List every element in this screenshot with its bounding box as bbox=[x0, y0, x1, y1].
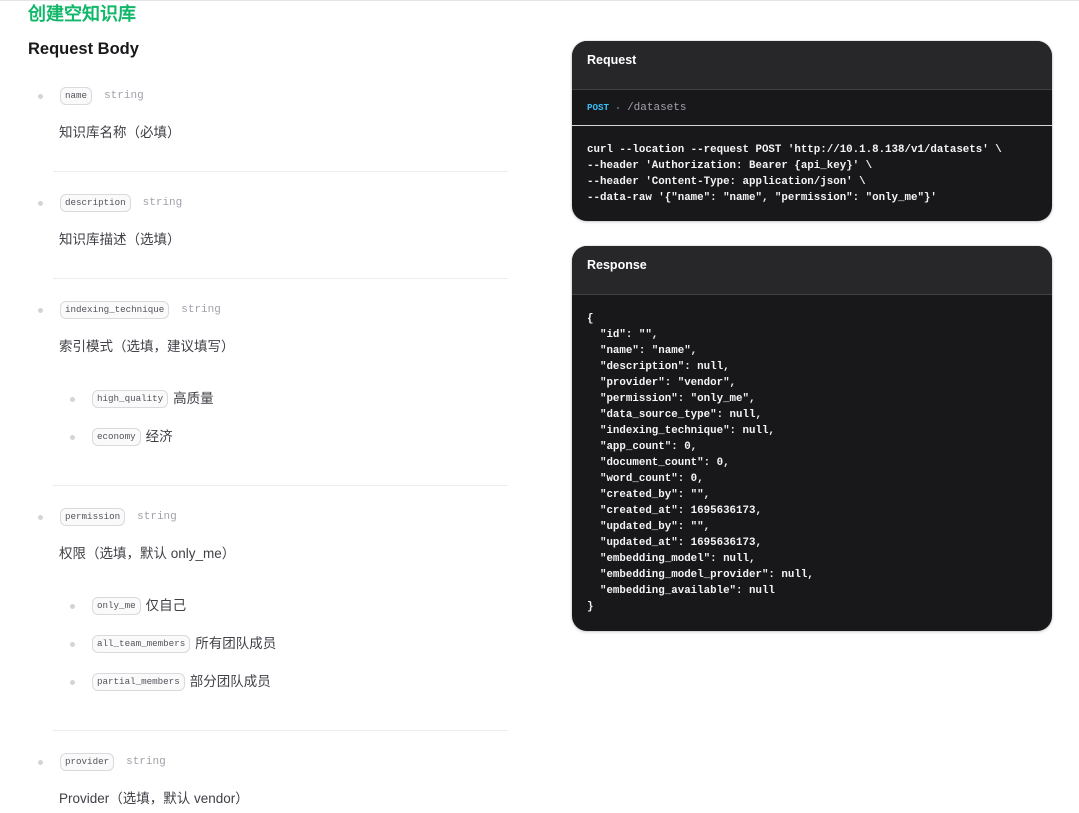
param-list: name string 知识库名称（必填） description string… bbox=[0, 87, 520, 809]
option-label: 高质量 bbox=[173, 391, 214, 406]
param-item-description: description string 知识库描述（选填） bbox=[0, 194, 520, 279]
list-bullet bbox=[70, 641, 75, 647]
param-type: string bbox=[142, 197, 183, 209]
param-item-permission: permission string 权限（选填，默认 only_me） only… bbox=[0, 508, 520, 731]
option-value-badge: all_team_members bbox=[92, 635, 191, 653]
option-item: high_quality 高质量 bbox=[0, 389, 520, 409]
param-description: 权限（选填，默认 only_me） bbox=[59, 546, 236, 561]
param-description: 索引模式（选填，建议填写） bbox=[59, 339, 235, 354]
response-panel-title: Response bbox=[587, 258, 647, 272]
param-header: provider string bbox=[0, 753, 520, 771]
list-bullet bbox=[38, 93, 43, 99]
option-label: 仅自己 bbox=[145, 598, 187, 613]
param-type: string bbox=[137, 511, 177, 523]
request-panel-title: Request bbox=[587, 53, 637, 67]
page-title-link[interactable]: 创建空知识库 bbox=[28, 4, 136, 24]
request-code-panel: Request POST /datasets curl --location -… bbox=[572, 41, 1052, 221]
option-value-badge: partial_members bbox=[92, 673, 185, 691]
param-header: indexing_technique string bbox=[0, 301, 520, 319]
option-item: partial_members 部分团队成员 bbox=[0, 672, 520, 692]
divider bbox=[53, 171, 508, 172]
option-list: only_me 仅自己 all_team_members 所有团队成员 part… bbox=[0, 596, 520, 692]
list-bullet bbox=[70, 434, 75, 440]
param-item-indexing-technique: indexing_technique string 索引模式（选填，建议填写） … bbox=[0, 301, 520, 486]
endpoint-path: /datasets bbox=[627, 101, 687, 114]
divider bbox=[53, 730, 508, 731]
option-label: 所有团队成员 bbox=[195, 636, 277, 651]
list-bullet bbox=[38, 200, 43, 206]
param-header: name string bbox=[0, 87, 520, 105]
param-header: description string bbox=[0, 194, 520, 212]
option-label: 经济 bbox=[145, 429, 173, 444]
param-name-badge: indexing_technique bbox=[60, 301, 170, 319]
param-description: 知识库名称（必填） bbox=[59, 125, 181, 140]
param-type: string bbox=[104, 90, 144, 102]
list-bullet bbox=[38, 759, 43, 765]
option-value-badge: high_quality bbox=[92, 390, 169, 408]
response-code-panel: Response { "id": "", "name": "name", "de… bbox=[572, 246, 1052, 631]
option-item: only_me 仅自己 bbox=[0, 596, 520, 616]
option-value-badge: only_me bbox=[92, 597, 141, 615]
param-name-badge: permission bbox=[60, 508, 126, 526]
param-item-name: name string 知识库名称（必填） bbox=[0, 87, 520, 172]
top-divider bbox=[0, 0, 1079, 1]
response-panel-header: Response bbox=[572, 246, 1052, 295]
section-heading: Request Body bbox=[28, 40, 139, 58]
param-type: string bbox=[126, 756, 166, 768]
param-type: string bbox=[181, 304, 221, 316]
list-bullet bbox=[70, 679, 75, 685]
list-bullet bbox=[38, 514, 43, 520]
divider bbox=[53, 278, 508, 279]
param-header: permission string bbox=[0, 508, 520, 526]
request-panel-header: Request bbox=[572, 41, 1052, 90]
option-label: 部分团队成员 bbox=[189, 674, 271, 689]
http-method-tag: POST bbox=[587, 101, 610, 113]
list-bullet bbox=[70, 603, 75, 609]
response-code-block[interactable]: { "id": "", "name": "name", "description… bbox=[572, 295, 1052, 615]
list-bullet bbox=[70, 396, 75, 402]
divider bbox=[53, 485, 508, 486]
request-code-block[interactable]: curl --location --request POST 'http://1… bbox=[572, 126, 1052, 206]
param-description: Provider（选填，默认 vendor） bbox=[59, 791, 249, 806]
param-name-badge: name bbox=[60, 87, 93, 105]
option-item: economy 经济 bbox=[0, 427, 520, 447]
param-description: 知识库描述（选填） bbox=[59, 232, 181, 247]
param-item-provider: provider string Provider（选填，默认 vendor） bbox=[0, 753, 520, 809]
param-name-badge: description bbox=[60, 194, 131, 212]
endpoint-row: POST /datasets bbox=[572, 90, 1052, 126]
option-item: all_team_members 所有团队成员 bbox=[0, 634, 520, 654]
list-bullet bbox=[38, 307, 43, 313]
param-name-badge: provider bbox=[60, 753, 115, 771]
option-value-badge: economy bbox=[92, 428, 141, 446]
separator-dot-icon bbox=[617, 106, 620, 109]
option-list: high_quality 高质量 economy 经济 bbox=[0, 389, 520, 447]
